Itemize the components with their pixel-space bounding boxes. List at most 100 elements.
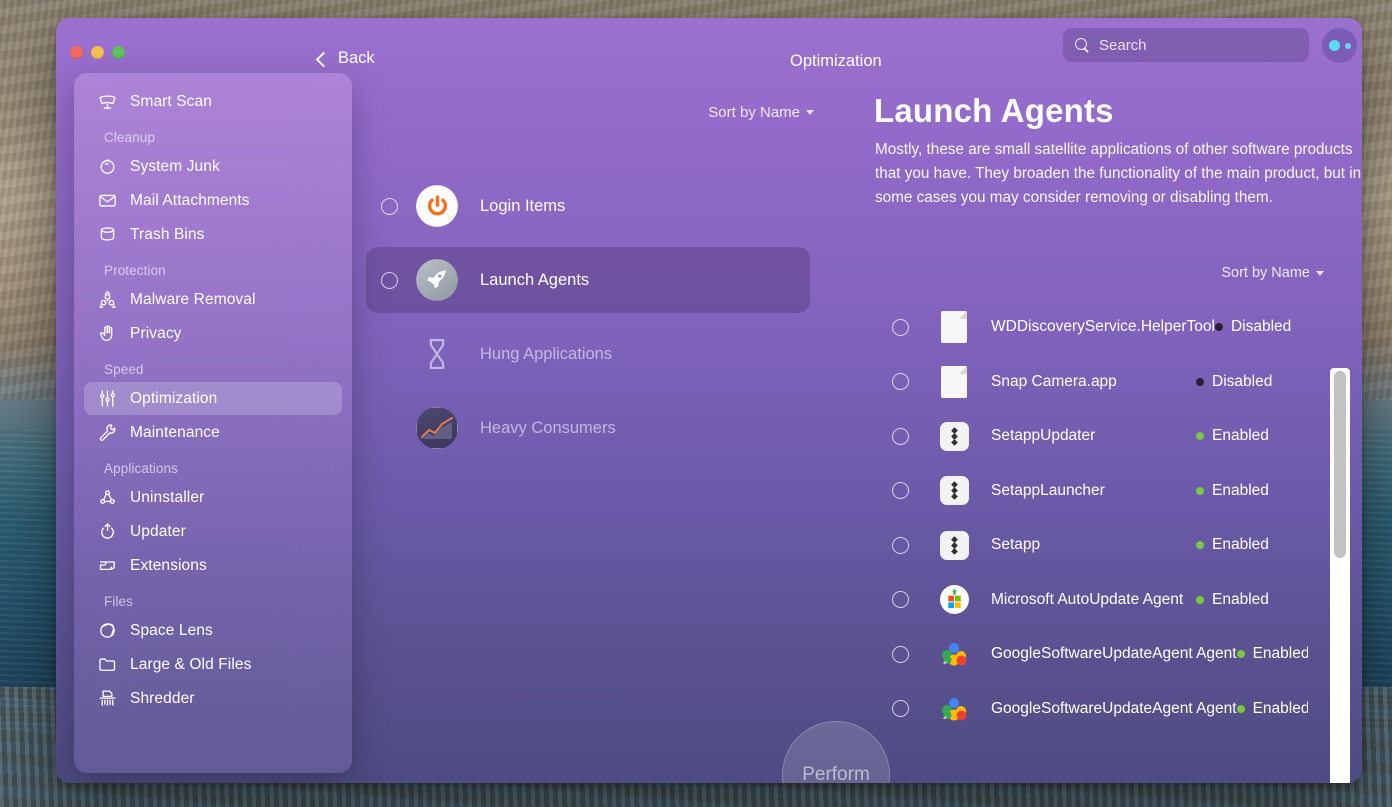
category-row-hung-applications[interactable]: Hung Applications <box>366 321 810 387</box>
agent-checkbox[interactable] <box>892 318 909 336</box>
sidebar-item-trash-bins[interactable]: Trash Bins <box>84 218 342 251</box>
wrench-icon <box>96 422 118 444</box>
system-junk-icon <box>96 156 118 178</box>
category-row-login-items[interactable]: Login Items <box>366 173 810 239</box>
agent-checkbox[interactable] <box>892 645 909 663</box>
agent-row[interactable]: SetappUpdater Enabled <box>870 409 1308 464</box>
category-label: Login Items <box>480 196 566 215</box>
sidebar-item-malware-removal[interactable]: Malware Removal <box>84 283 342 316</box>
account-dots-icon <box>1328 40 1340 51</box>
search-input[interactable]: Search <box>1063 28 1309 62</box>
agent-status-label: Enabled <box>1252 699 1308 717</box>
agent-checkbox[interactable] <box>892 536 909 554</box>
agent-row[interactable]: Snap Camera.app Disabled <box>870 355 1308 410</box>
back-button[interactable]: Back <box>315 49 375 68</box>
sidebar-item-system-junk[interactable]: System Junk <box>84 150 342 183</box>
status-dot-icon <box>1196 377 1204 386</box>
agent-name: Snap Camera.app <box>991 372 1117 390</box>
agent-checkbox[interactable] <box>892 482 909 500</box>
hourglass-icon <box>416 333 458 375</box>
sidebar-item-updater[interactable]: Updater <box>84 515 342 548</box>
sidebar-item-maintenance[interactable]: Maintenance <box>84 416 342 449</box>
status-dot-icon <box>1196 595 1204 604</box>
folder-icon <box>96 654 118 676</box>
category-column: Sort by Name Login Items Launch Agents Hun… <box>356 80 828 780</box>
sidebar-group-label-applications: Applications <box>104 461 178 476</box>
agent-row[interactable]: Setapp Enabled <box>870 518 1308 573</box>
agent-row[interactable]: Microsoft AutoUpdate Agent Enabled <box>870 573 1308 628</box>
sidebar-item-label: Privacy <box>130 324 182 342</box>
sidebar-item-privacy[interactable]: Privacy <box>84 317 342 350</box>
account-button[interactable] <box>1322 28 1357 63</box>
detail-description: Mostly, these are small satellite applic… <box>875 141 1362 206</box>
agent-name: SetappUpdater <box>991 427 1096 445</box>
mail-icon <box>96 190 118 212</box>
agent-name: SetappLauncher <box>991 481 1105 499</box>
sidebar-item-optimization[interactable]: Optimization <box>84 382 342 415</box>
sidebar-item-space-lens[interactable]: Space Lens <box>84 614 342 647</box>
setapp-icon <box>939 421 969 451</box>
sidebar-group-label-speed: Speed <box>104 362 144 377</box>
maximize-window-button[interactable] <box>112 46 125 59</box>
agent-status-badge: Enabled <box>1196 591 1304 609</box>
agent-checkbox[interactable] <box>892 373 909 391</box>
sidebar-item-label: Large & Old Files <box>130 655 252 673</box>
sidebar-item-smart-scan[interactable]: Smart Scan <box>84 85 342 118</box>
search-placeholder: Search <box>1099 36 1147 54</box>
document-icon <box>939 365 969 398</box>
sidebar-item-large-old-files[interactable]: Large & Old Files <box>84 648 342 681</box>
middle-sort-label: Sort by Name <box>708 104 800 121</box>
status-dot-icon <box>1236 650 1245 659</box>
sidebar-item-uninstaller[interactable]: Uninstaller <box>84 481 342 514</box>
agent-status-badge: Enabled <box>1236 645 1308 663</box>
agent-name: GoogleSoftwareUpdateAgent Agent <box>991 699 1237 717</box>
agent-row[interactable]: GoogleSoftwareUpdateAgent Agent Enabled <box>870 682 1308 724</box>
agent-checkbox[interactable] <box>892 700 909 718</box>
close-window-button[interactable] <box>70 46 83 59</box>
middle-sort-dropdown[interactable]: Sort by Name <box>708 104 814 121</box>
sidebar-group-label-cleanup: Cleanup <box>104 130 155 145</box>
sidebar-item-shredder[interactable]: Shredder <box>84 682 342 715</box>
chevron-down-icon <box>1316 270 1324 276</box>
sidebar-item-mail-attachments[interactable]: Mail Attachments <box>84 184 342 217</box>
microsoft-icon <box>939 585 969 615</box>
sidebar-item-label: Extensions <box>130 556 207 574</box>
trash-bin-icon <box>96 224 118 246</box>
status-dot-icon <box>1196 432 1204 441</box>
detail-title: Launch Agents <box>874 92 1114 129</box>
category-label: Launch Agents <box>480 270 590 289</box>
agent-checkbox[interactable] <box>892 427 909 445</box>
agent-status-label: Disabled <box>1212 372 1273 390</box>
space-lens-icon <box>96 620 118 642</box>
detail-sort-dropdown[interactable]: Sort by Name <box>1221 265 1324 281</box>
title-bar: Back Optimization Search <box>56 18 1362 80</box>
line-chart-icon <box>416 407 458 449</box>
google-balls-icon <box>939 639 969 669</box>
sidebar-item-label: Malware Removal <box>130 290 256 308</box>
page-title: Optimization <box>790 52 882 70</box>
agent-status-label: Enabled <box>1212 427 1269 445</box>
sidebar-item-extensions[interactable]: Extensions <box>84 549 342 582</box>
agent-row[interactable]: WDDiscoveryService.HelperTool Disabled <box>870 300 1308 355</box>
agent-row[interactable]: GoogleSoftwareUpdateAgent Agent Enabled <box>870 627 1308 682</box>
agent-checkbox[interactable] <box>892 591 909 609</box>
sidebar-item-label: System Junk <box>130 157 220 175</box>
minimize-window-button[interactable] <box>91 46 104 59</box>
category-radio[interactable] <box>381 197 398 215</box>
category-row-heavy-consumers[interactable]: Heavy Consumers <box>366 395 810 461</box>
agent-row[interactable]: SetappLauncher Enabled <box>870 464 1308 519</box>
category-radio[interactable] <box>381 271 398 289</box>
setapp-icon <box>939 476 969 506</box>
agent-name: WDDiscoveryService.HelperTool <box>991 318 1215 336</box>
shredder-icon <box>96 688 118 710</box>
extensions-puzzle-icon <box>96 555 118 577</box>
updater-arrow-icon <box>96 521 118 543</box>
category-row-launch-agents[interactable]: Launch Agents <box>366 247 810 313</box>
back-button-label: Back <box>338 49 375 67</box>
sidebar-group-label-protection: Protection <box>104 263 166 278</box>
detail-scrollbar-thumb[interactable] <box>1334 371 1346 558</box>
sidebar-item-label: Optimization <box>130 389 218 407</box>
google-balls-icon <box>939 694 969 723</box>
detail-scrollbar[interactable] <box>1330 368 1350 783</box>
status-dot-icon <box>1196 486 1204 495</box>
